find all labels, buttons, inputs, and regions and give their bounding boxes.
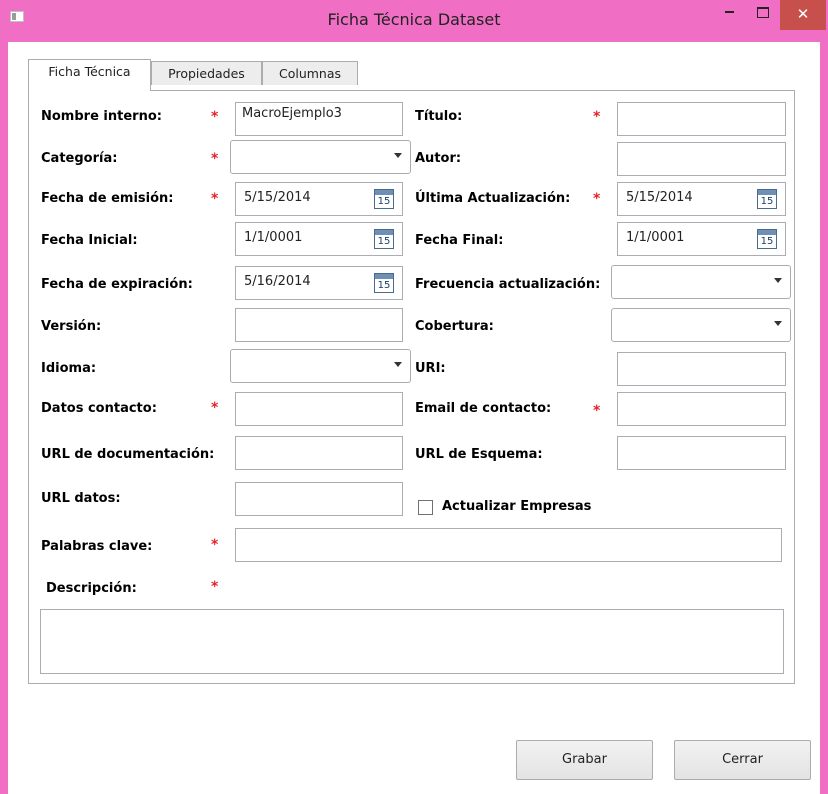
url-datos-input[interactable] (235, 482, 403, 516)
application-window: Ficha Técnica Dataset ✕ Ficha Técnica Pr… (0, 0, 828, 794)
fecha-inicial-datepicker[interactable]: 1/1/0001 15 (235, 222, 403, 256)
calendar-day: 15 (377, 280, 391, 291)
maximize-button[interactable] (746, 0, 780, 30)
required-mark: * (211, 579, 219, 595)
grabar-button[interactable]: Grabar (516, 740, 653, 780)
url-esquema-label: URL de Esquema: (415, 447, 543, 462)
required-mark: * (593, 109, 601, 125)
frecuencia-select[interactable] (611, 265, 791, 299)
chevron-down-icon (394, 153, 402, 158)
fecha-expiracion-label: Fecha de expiración: (41, 277, 193, 292)
window-client-area: Ficha Técnica Propiedades Columnas Nombr… (8, 42, 820, 794)
palabras-clave-label: Palabras clave: (41, 539, 153, 554)
email-contacto-label: Email de contacto: (415, 401, 552, 416)
categoria-label: Categoría: (41, 151, 118, 166)
datos-contacto-input[interactable] (235, 392, 403, 426)
nombre-interno-label: Nombre interno: (41, 109, 162, 124)
email-contacto-input[interactable] (617, 392, 786, 426)
fecha-emision-datepicker[interactable]: 5/15/2014 15 (235, 182, 403, 216)
fecha-final-label: Fecha Final: (415, 233, 504, 248)
cerrar-button[interactable]: Cerrar (674, 740, 811, 780)
ultima-actualizacion-datepicker[interactable]: 5/15/2014 15 (617, 182, 786, 216)
calendar-icon[interactable]: 15 (374, 189, 394, 209)
required-mark: * (211, 151, 219, 167)
nombre-interno-input[interactable]: MacroEjemplo3 (235, 102, 403, 136)
url-documentacion-input[interactable] (235, 436, 403, 470)
required-mark: * (211, 109, 219, 125)
required-mark: * (211, 400, 219, 416)
calendar-day: 15 (377, 236, 391, 247)
fecha-final-datepicker[interactable]: 1/1/0001 15 (617, 222, 786, 256)
minimize-icon (724, 10, 734, 13)
fecha-expiracion-value: 5/16/2014 (244, 274, 311, 289)
datos-contacto-label: Datos contacto: (41, 401, 157, 416)
calendar-day: 15 (760, 196, 774, 207)
idioma-select[interactable] (230, 349, 411, 383)
calendar-icon[interactable]: 15 (374, 273, 394, 293)
close-button[interactable]: ✕ (780, 0, 826, 30)
required-mark: * (211, 537, 219, 553)
fecha-inicial-value: 1/1/0001 (244, 230, 303, 245)
calendar-icon[interactable]: 15 (757, 229, 777, 249)
maximize-icon (757, 7, 769, 18)
chevron-down-icon (774, 321, 782, 326)
version-label: Versión: (41, 319, 102, 334)
tab-columnas[interactable]: Columnas (262, 61, 358, 85)
chevron-down-icon (394, 362, 402, 367)
ultima-actualizacion-value: 5/15/2014 (626, 190, 693, 205)
calendar-day: 15 (377, 196, 391, 207)
tab-ficha-tecnica[interactable]: Ficha Técnica (28, 59, 151, 91)
categoria-select[interactable] (230, 140, 411, 174)
cobertura-label: Cobertura: (415, 319, 494, 334)
version-input[interactable] (235, 308, 403, 342)
frecuencia-label: Frecuencia actualización: (415, 277, 601, 292)
calendar-icon[interactable]: 15 (374, 229, 394, 249)
fecha-expiracion-datepicker[interactable]: 5/16/2014 15 (235, 266, 403, 300)
url-documentacion-label: URL de documentación: (41, 447, 215, 462)
titulo-input[interactable] (617, 102, 786, 136)
autor-input[interactable] (617, 142, 786, 176)
required-mark: * (211, 191, 219, 207)
descripcion-label: Descripción: (46, 581, 137, 596)
idioma-label: Idioma: (41, 361, 97, 376)
calendar-icon[interactable]: 15 (757, 189, 777, 209)
chevron-down-icon (774, 278, 782, 283)
window-title: Ficha Técnica Dataset (327, 10, 501, 29)
actualizar-empresas-checkbox[interactable] (418, 500, 433, 515)
url-esquema-input[interactable] (617, 436, 786, 470)
autor-label: Autor: (415, 151, 462, 166)
tab-panel-ficha-tecnica: Nombre interno: * MacroEjemplo3 Título: … (28, 90, 795, 684)
url-datos-label: URL datos: (41, 491, 121, 506)
close-icon: ✕ (796, 5, 810, 23)
required-mark: * (593, 403, 601, 419)
fecha-final-value: 1/1/0001 (626, 230, 685, 245)
uri-label: URI: (415, 361, 446, 376)
ultima-actualizacion-label: Última Actualización: (415, 191, 571, 206)
tab-propiedades[interactable]: Propiedades (151, 61, 262, 85)
titulo-label: Título: (415, 109, 463, 124)
calendar-day: 15 (760, 236, 774, 247)
title-bar[interactable]: Ficha Técnica Dataset ✕ (0, 0, 828, 43)
fecha-emision-label: Fecha de emisión: (41, 191, 174, 206)
uri-input[interactable] (617, 352, 786, 386)
actualizar-empresas-label[interactable]: Actualizar Empresas (442, 499, 591, 514)
palabras-clave-input[interactable] (235, 528, 782, 562)
descripcion-textarea[interactable] (40, 609, 784, 674)
fecha-inicial-label: Fecha Inicial: (41, 233, 138, 248)
minimize-button[interactable] (712, 0, 746, 30)
cobertura-select[interactable] (611, 308, 791, 342)
fecha-emision-value: 5/15/2014 (244, 190, 311, 205)
required-mark: * (593, 191, 601, 207)
